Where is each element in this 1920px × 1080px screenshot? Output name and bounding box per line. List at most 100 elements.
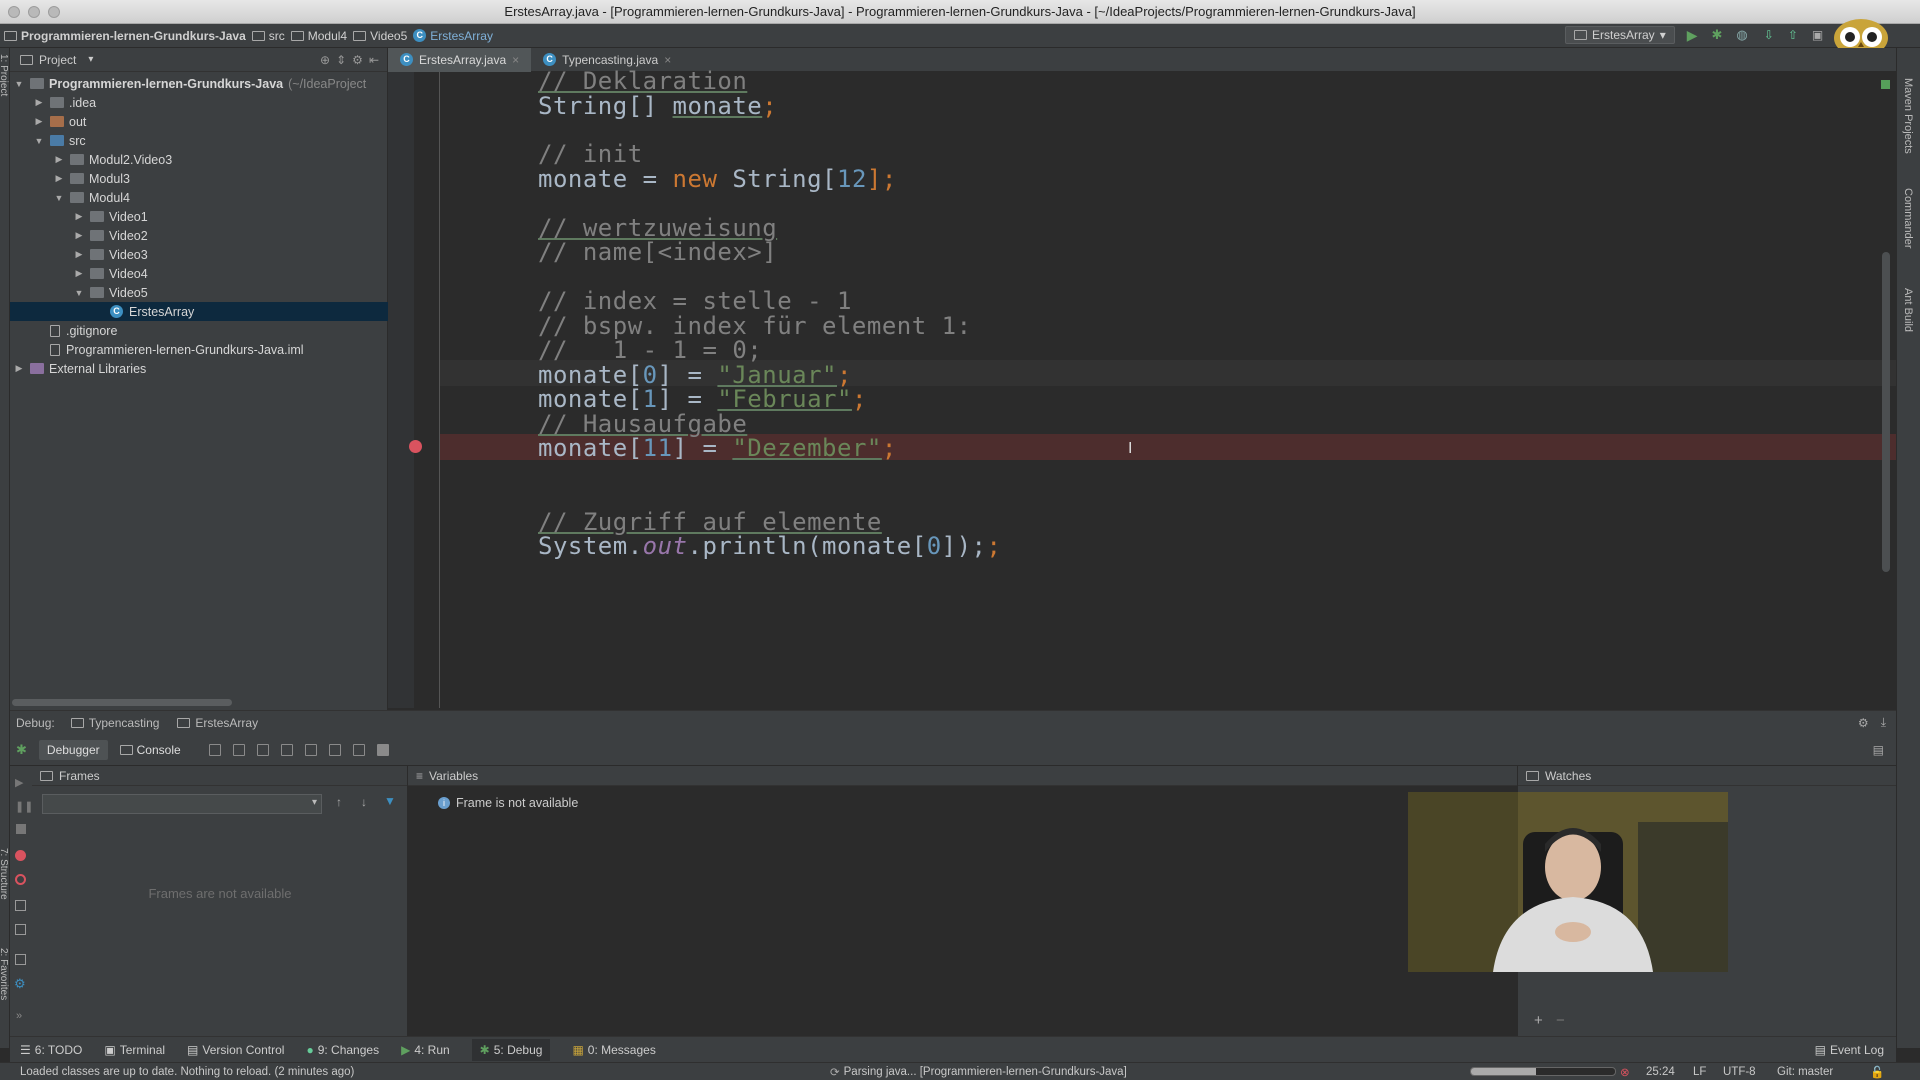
restore-layout-icon[interactable] [15, 924, 26, 935]
run-icon[interactable]: ▶ [1687, 27, 1698, 44]
step-out-icon[interactable] [304, 743, 317, 756]
breadcrumb-project[interactable]: Programmieren-lernen-Grundkurs-Java [4, 29, 246, 43]
code-editor[interactable]: // Deklaration String[] monate; // init … [388, 67, 1896, 708]
debug-session-typencasting[interactable]: Typencasting [70, 716, 159, 730]
breadcrumb-src[interactable]: src [251, 29, 285, 43]
editor-scrollbar[interactable] [1882, 252, 1890, 572]
tree-item[interactable]: ▶ out [10, 112, 388, 131]
structure-tool-tab[interactable]: 7: Structure [0, 848, 9, 900]
hide-panel-icon[interactable]: ⇤ [369, 53, 379, 67]
breadcrumb-video5[interactable]: Video5 [353, 29, 407, 43]
debug-icon[interactable]: ✱ [1712, 27, 1723, 43]
gear-icon[interactable]: ⚙ [352, 53, 363, 67]
evaluate-expression-icon[interactable] [376, 743, 389, 756]
commander-tab[interactable]: Commander [1902, 188, 1914, 249]
collapsed-arrow-icon[interactable]: ▶ [54, 154, 64, 165]
breakpoint-icon[interactable] [409, 440, 422, 453]
collapsed-arrow-icon[interactable]: ▶ [74, 268, 84, 279]
terminal-tool-button[interactable]: ▣ Terminal [104, 1043, 165, 1057]
background-task[interactable]: ⟳ Parsing java... [Programmieren-lernen-… [830, 1065, 1127, 1079]
hide-panel-icon[interactable]: ⤓ [1881, 715, 1886, 730]
expanded-arrow-icon[interactable]: ▼ [54, 193, 64, 203]
tree-item[interactable]: ▼ Video5 [10, 283, 388, 302]
view-breakpoints-icon[interactable] [15, 850, 26, 861]
close-window-button[interactable] [8, 6, 20, 18]
collapse-all-icon[interactable]: ⇕ [336, 53, 346, 67]
tree-item[interactable]: ▶ .idea [10, 93, 388, 112]
frame-down-icon[interactable]: ↓ [361, 795, 367, 809]
tree-item[interactable]: C ErstesArray [10, 302, 388, 321]
tab-erstesarray[interactable]: C ErstesArray.java × [388, 47, 532, 72]
debug-session-erstesarray[interactable]: ErstesArray [177, 716, 258, 730]
frame-up-icon[interactable]: ↑ [336, 795, 342, 809]
remove-watch-button[interactable]: − [1556, 1012, 1565, 1029]
tab-debugger[interactable]: Debugger [38, 739, 108, 760]
collapsed-arrow-icon[interactable]: ▶ [74, 249, 84, 260]
gear-icon[interactable]: ⚙ [1858, 716, 1869, 730]
editor-gutter[interactable] [388, 72, 414, 708]
drop-frame-icon[interactable] [328, 743, 341, 756]
thread-select[interactable]: ▾ [42, 794, 322, 814]
expanded-arrow-icon[interactable]: ▼ [14, 79, 24, 89]
force-step-into-icon[interactable] [280, 743, 293, 756]
settings-icon[interactable]: ⚙ [14, 976, 26, 992]
run-to-cursor-icon[interactable] [352, 743, 365, 756]
caret-position[interactable]: 25:24 [1646, 1066, 1675, 1078]
tree-item[interactable]: ▶ Video2 [10, 226, 388, 245]
version-control-tool-button[interactable]: ▤ Version Control [187, 1043, 284, 1057]
minimize-window-button[interactable] [28, 6, 40, 18]
expanded-arrow-icon[interactable]: ▼ [74, 288, 84, 298]
inspection-status-icon[interactable] [1881, 80, 1890, 89]
messages-tool-button[interactable]: ▦ 0: Messages [572, 1043, 655, 1057]
event-log-button[interactable]: ▤ Event Log [1815, 1043, 1884, 1057]
resume-icon[interactable]: ▶ [15, 776, 23, 789]
status-message[interactable]: Loaded classes are up to date. Nothing t… [20, 1066, 354, 1078]
expanded-arrow-icon[interactable]: ▼ [34, 136, 44, 146]
run-configuration-select[interactable]: ErstesArray ▾ [1565, 26, 1675, 44]
tree-item[interactable]: Programmieren-lernen-Grundkurs-Java.iml [10, 340, 388, 359]
tree-item[interactable]: ▼ src [10, 131, 388, 150]
stop-icon[interactable] [16, 824, 26, 834]
sync-icon[interactable]: ⊕ [320, 53, 330, 67]
coverage-icon[interactable]: ◍ [1736, 27, 1747, 43]
maximize-window-button[interactable] [48, 6, 60, 18]
step-into-icon[interactable] [256, 743, 269, 756]
chevron-down-icon[interactable]: ▾ [88, 54, 93, 65]
tree-item[interactable]: ▶ Video3 [10, 245, 388, 264]
get-thread-dump-icon[interactable] [15, 900, 26, 911]
project-view-selector[interactable]: Project [39, 53, 76, 67]
add-watch-button[interactable]: + [1534, 1012, 1543, 1029]
debug-tool-button[interactable]: ✱ 5: Debug [471, 1038, 551, 1061]
run-tool-button[interactable]: ▶ 4: Run [401, 1043, 450, 1057]
pause-icon[interactable]: ❚❚ [15, 800, 33, 813]
rerun-debug-icon[interactable]: ✱ [16, 742, 27, 758]
tree-item[interactable]: .gitignore [10, 321, 388, 340]
encoding-select[interactable]: UTF-8 [1723, 1066, 1756, 1078]
tree-item[interactable]: ▼ Programmieren-lernen-Grundkurs-Java (~/I… [10, 74, 388, 93]
tree-item[interactable]: ▶ Modul2.Video3 [10, 150, 388, 169]
restore-layout-icon[interactable]: ▤ [1873, 743, 1884, 757]
more-icon[interactable]: » [16, 1010, 22, 1022]
git-branch-select[interactable]: Git: master [1777, 1066, 1833, 1078]
filter-icon[interactable]: ▼ [384, 794, 396, 808]
collapsed-arrow-icon[interactable]: ▶ [74, 230, 84, 241]
tab-console[interactable]: Console [112, 740, 189, 760]
vcs-update-icon[interactable]: ⇩ [1764, 28, 1774, 42]
horizontal-scrollbar[interactable] [12, 699, 232, 706]
export-threads-icon[interactable] [15, 954, 26, 965]
ant-build-tab[interactable]: Ant Build [1902, 288, 1914, 332]
line-separator-select[interactable]: LF [1693, 1066, 1706, 1078]
lock-icon[interactable]: 🔓 [1870, 1065, 1884, 1079]
collapsed-arrow-icon[interactable]: ▶ [54, 173, 64, 184]
vcs-commit-icon[interactable]: ⇧ [1788, 28, 1798, 42]
show-execution-point-icon[interactable] [208, 743, 221, 756]
maven-projects-tab[interactable]: Maven Projects [1902, 78, 1914, 154]
tree-item[interactable]: ▶ Video4 [10, 264, 388, 283]
project-structure-icon[interactable]: ▣ [1812, 28, 1823, 42]
cancel-progress-icon[interactable]: ⊗ [1620, 1065, 1630, 1079]
changes-tool-button[interactable]: ● 9: Changes [306, 1043, 379, 1057]
close-icon[interactable]: × [512, 53, 519, 67]
project-tool-tab[interactable]: 1: Project [0, 54, 9, 96]
tree-item[interactable]: ▶ Video1 [10, 207, 388, 226]
step-over-icon[interactable] [232, 743, 245, 756]
